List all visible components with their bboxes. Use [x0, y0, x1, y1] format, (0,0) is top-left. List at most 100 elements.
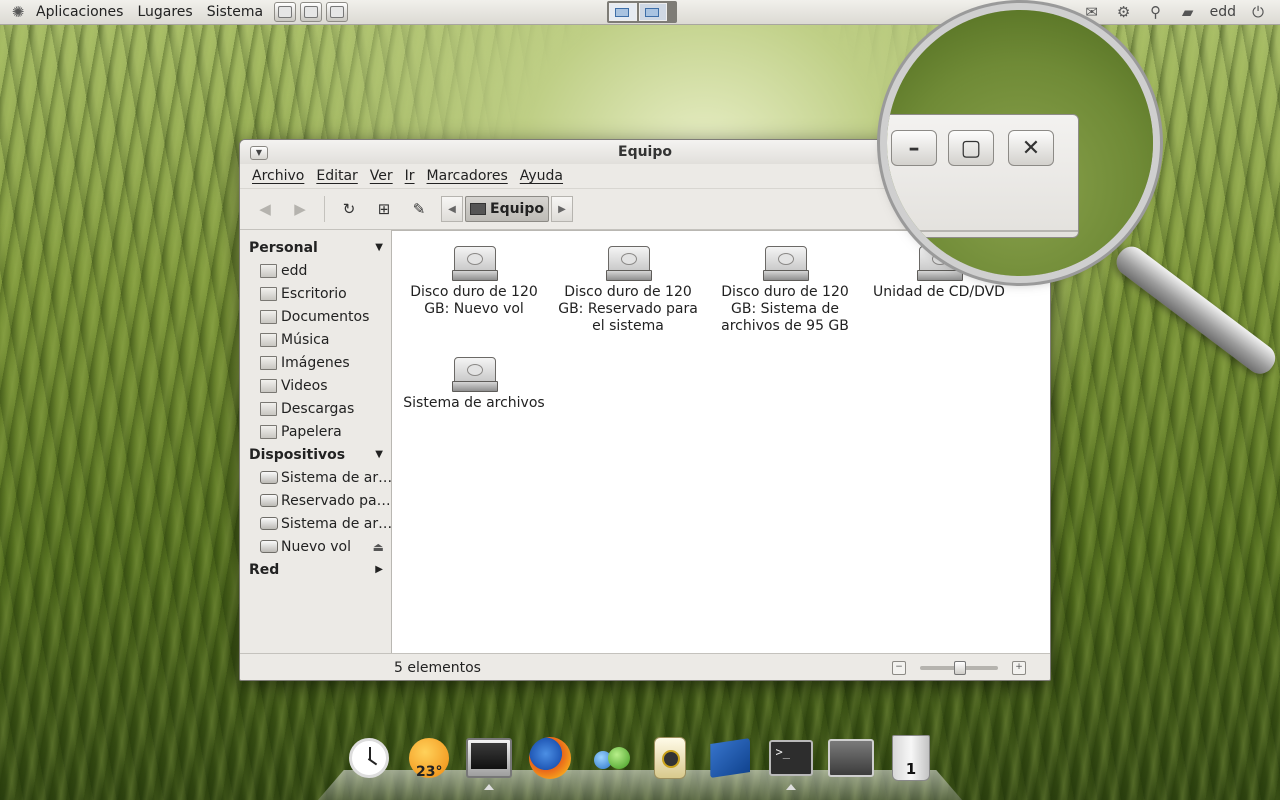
pictures-folder-icon [260, 355, 277, 370]
maximize-icon[interactable]: ▢ [948, 130, 994, 166]
sidebar-item-label: Documentos [281, 308, 370, 325]
sidebar-item-label: Papelera [281, 423, 342, 440]
triangle-down-icon[interactable]: ▼ [375, 449, 383, 460]
workspace-1[interactable] [609, 3, 637, 21]
zoom-slider[interactable] [920, 661, 998, 675]
office-icon[interactable] [706, 734, 754, 782]
trash-count: 1 [905, 760, 917, 778]
firefox-icon[interactable] [526, 734, 574, 782]
file-item-label: Unidad de CD/DVD [873, 284, 1005, 300]
file-item-sistema-archivos[interactable]: Sistema de archivos [399, 342, 549, 412]
section-label: Red [249, 561, 280, 578]
power-icon[interactable]: ⏻ [1248, 3, 1268, 21]
weather-icon[interactable]: 23° [405, 734, 453, 782]
breadcrumb-left-arrow-icon[interactable]: ◀ [441, 196, 463, 222]
sidebar-item-escritorio[interactable]: Escritorio [240, 282, 391, 305]
search-icon[interactable]: ⚲ [1146, 3, 1166, 21]
forward-arrow-icon[interactable]: ▶ [287, 196, 313, 222]
file-item-label: Disco duro de 120 GB: Reservado para el … [558, 284, 698, 334]
launcher-3-icon[interactable] [326, 2, 349, 22]
reload-icon[interactable]: ↻ [336, 196, 362, 222]
computer-dock-icon[interactable] [465, 734, 513, 790]
file-item-nuevo-vol[interactable]: Disco duro de 120 GB: Nuevo vol [399, 231, 549, 318]
file-view: Disco duro de 120 GB: Nuevo vol Disco du… [391, 230, 1050, 653]
breadcrumb-right-arrow-icon[interactable]: ▶ [551, 196, 573, 222]
magnifier-handle [1110, 241, 1280, 380]
workspace-window-icon [645, 8, 659, 17]
zoom-slider-knob[interactable] [954, 661, 966, 675]
minimize-icon[interactable]: – [891, 130, 937, 166]
triangle-right-icon[interactable]: ▶ [375, 564, 383, 575]
menu-ver[interactable]: Ver [370, 168, 393, 184]
breadcrumb-equipo[interactable]: Equipo [465, 196, 549, 222]
music-folder-icon [260, 332, 277, 347]
computer-icon [470, 203, 486, 215]
launcher-1-icon[interactable] [274, 2, 297, 22]
running-indicator [785, 784, 796, 790]
hard-drive-icon [763, 246, 809, 281]
chat-icon[interactable]: ▰ [1178, 3, 1198, 21]
sidebar: Personal ▼ edd Escritorio Documentos Mús… [240, 230, 391, 653]
settings-icon[interactable]: ⚙ [1114, 3, 1134, 21]
menu-lugares[interactable]: Lugares [136, 4, 199, 20]
sidebar-device-4[interactable]: Nuevo vol ⏏ [240, 535, 391, 558]
hard-drive-icon [452, 246, 498, 281]
sidebar-device-1[interactable]: Sistema de ar… [240, 466, 391, 489]
sidebar-item-descargas[interactable]: Descargas [240, 397, 391, 420]
magnifier-lens: – ▢ ✕ [887, 10, 1153, 276]
back-arrow-icon[interactable]: ◀ [252, 196, 278, 222]
toolbar-separator [324, 196, 325, 222]
edit-pencil-icon[interactable]: ✎ [406, 196, 432, 222]
sidebar-item-videos[interactable]: Videos [240, 374, 391, 397]
hard-drive-icon [606, 246, 652, 281]
mail-icon[interactable]: ✉ [1082, 3, 1102, 21]
menu-ir[interactable]: Ir [405, 168, 415, 184]
sidebar-item-edd[interactable]: edd [240, 259, 391, 282]
menu-editar[interactable]: Editar [316, 168, 357, 184]
sidebar-section-dispositivos[interactable]: Dispositivos ▼ [240, 443, 391, 466]
panel-icon[interactable] [827, 734, 875, 782]
breadcrumb-label: Equipo [490, 201, 544, 217]
user-name[interactable]: edd [1210, 4, 1236, 20]
status-bar: 5 elementos − + [240, 653, 1050, 680]
system-tray: 🔈 ✉ ⚙ ⚲ ▰ edd ⏻ [1050, 0, 1280, 24]
file-item-reservado[interactable]: Disco duro de 120 GB: Reservado para el … [553, 231, 703, 335]
close-icon[interactable]: ✕ [1008, 130, 1054, 166]
zoom-in-icon[interactable]: + [1012, 661, 1026, 675]
launcher-2-icon[interactable] [300, 2, 323, 22]
sidebar-section-personal[interactable]: Personal ▼ [240, 236, 391, 259]
trash-dock-icon[interactable]: 1 [887, 734, 935, 782]
file-item-label: Disco duro de 120 GB: Nuevo vol [410, 284, 538, 317]
sidebar-item-label: edd [281, 262, 308, 279]
workspace-2[interactable] [639, 3, 667, 21]
speaker-icon[interactable] [646, 734, 694, 782]
file-item-sistema-95gb[interactable]: Disco duro de 120 GB: Sistema de archivo… [710, 231, 860, 335]
menu-ayuda[interactable]: Ayuda [520, 168, 563, 184]
sidebar-item-papelera[interactable]: Papelera [240, 420, 391, 443]
sidebar-device-3[interactable]: Sistema de ar… [240, 512, 391, 535]
menu-sistema[interactable]: Sistema [206, 4, 270, 20]
sidebar-section-red[interactable]: Red ▶ [240, 558, 391, 581]
sidebar-item-documentos[interactable]: Documentos [240, 305, 391, 328]
menu-archivo[interactable]: Archivo [252, 168, 304, 184]
top-panel: ✺ Aplicaciones Lugares Sistema 🔈 ✉ ⚙ ⚲ ▰… [0, 0, 1280, 25]
hard-drive-icon [452, 357, 498, 392]
ubuntu-logo-icon[interactable]: ✺ [7, 1, 29, 23]
clock-icon[interactable] [345, 734, 393, 782]
sidebar-item-imagenes[interactable]: Imágenes [240, 351, 391, 374]
messenger-icon[interactable] [586, 734, 634, 782]
workspace-switcher [607, 1, 677, 23]
terminal-icon[interactable]: >_ [767, 734, 815, 790]
status-text: 5 elementos [394, 660, 481, 676]
computer-add-icon[interactable]: ⊞ [371, 196, 397, 222]
sidebar-device-2[interactable]: Reservado pa… [240, 489, 391, 512]
terminal-prompt: >_ [768, 740, 813, 776]
menu-aplicaciones[interactable]: Aplicaciones [35, 4, 130, 20]
window-body: Personal ▼ edd Escritorio Documentos Mús… [240, 230, 1050, 653]
zoom-out-icon[interactable]: − [892, 661, 906, 675]
sidebar-item-label: Reservado pa… [281, 492, 391, 509]
menu-marcadores[interactable]: Marcadores [427, 168, 508, 184]
sidebar-item-musica[interactable]: Música [240, 328, 391, 351]
eject-icon[interactable]: ⏏ [373, 540, 384, 554]
triangle-down-icon[interactable]: ▼ [375, 242, 383, 253]
